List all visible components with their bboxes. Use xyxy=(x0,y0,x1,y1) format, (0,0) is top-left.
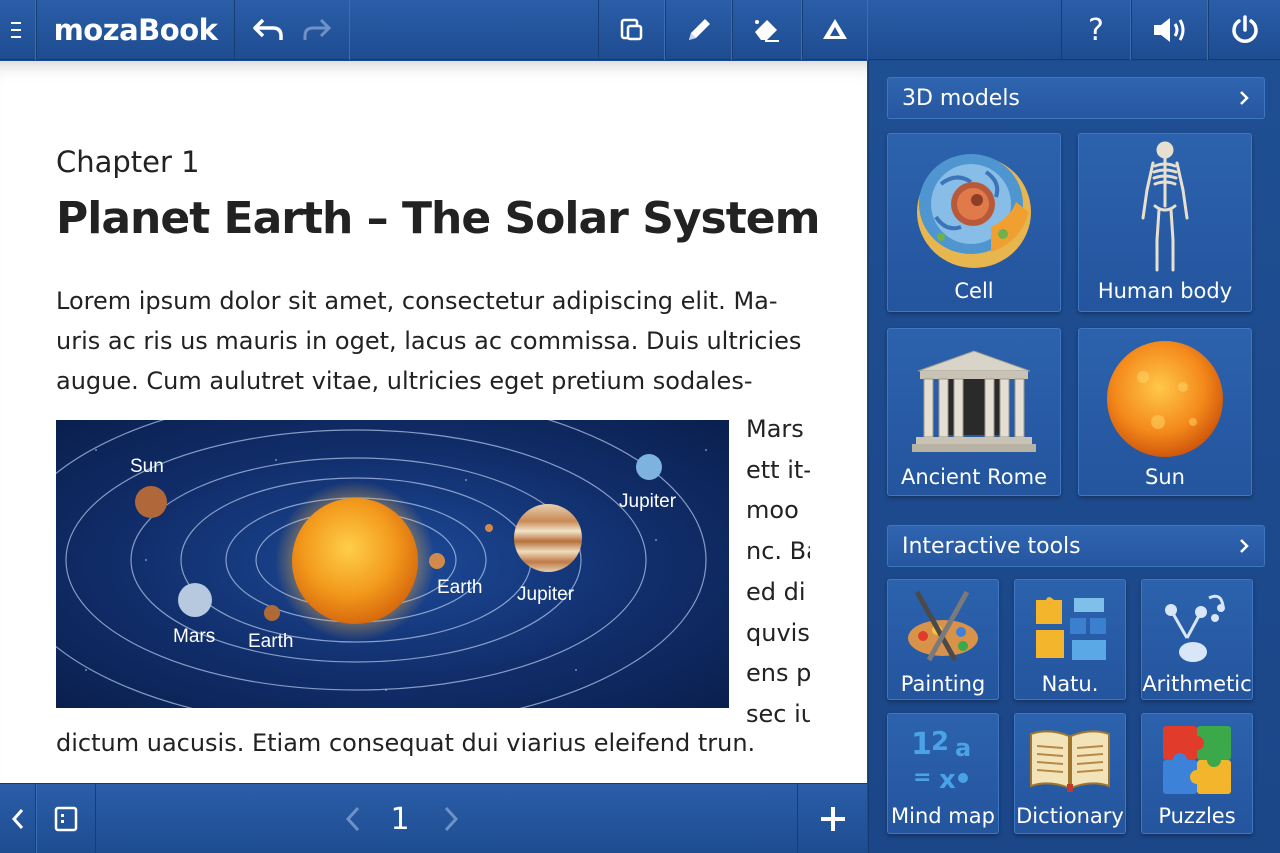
power-icon[interactable] xyxy=(1208,0,1280,60)
small-planet xyxy=(485,524,493,532)
models-heading: 3D models xyxy=(902,85,1020,111)
model-tile-human-body[interactable]: Human body xyxy=(1078,133,1252,312)
tool-label-arithmetic: Arithmetic xyxy=(1142,672,1252,696)
skeleton-icon xyxy=(1141,141,1189,272)
label-sun: Sun xyxy=(130,456,164,477)
jupiter-small-planet xyxy=(636,454,662,480)
side-line-2: ett it- xyxy=(746,455,810,484)
tool-tile-mind-map[interactable]: 1 2 a = x Mind map xyxy=(887,713,999,834)
paragraph-bottom-line: dictum uacusis. Etiam consequat dui viar… xyxy=(56,729,756,757)
menu-icon[interactable] xyxy=(0,0,36,60)
redo-icon[interactable] xyxy=(301,16,331,44)
eraser-icon[interactable] xyxy=(732,0,802,60)
paragraph-line-3: augue. Cum aulutret vitae, ultricies ege… xyxy=(56,367,753,395)
next-page-icon[interactable] xyxy=(434,784,468,853)
chevron-right-icon xyxy=(1240,91,1249,105)
chapter-label: Chapter 1 xyxy=(56,145,200,179)
label-jupiter-bottom: Jupiter xyxy=(517,584,575,605)
model-label-human-body: Human body xyxy=(1097,279,1233,303)
tool-label-puzzles: Puzzles xyxy=(1158,804,1236,828)
paragraph-line-1: Lorem ipsum dolor sit amet, consectetur … xyxy=(56,287,778,315)
nodes-icon xyxy=(1165,594,1225,662)
app-logo: mozaBook xyxy=(36,0,234,60)
earth-right-planet xyxy=(429,553,445,569)
models-section-header[interactable]: 3D models xyxy=(887,77,1265,119)
pen-icon[interactable] xyxy=(665,0,732,60)
paragraph-line-2: uris ac ris us mauris in oget, lacus ac … xyxy=(56,327,802,355)
side-panel: 3D models Cell Human body Ancient Rome S… xyxy=(868,61,1280,853)
model-label-cell: Cell xyxy=(954,279,994,303)
undo-redo-group xyxy=(234,0,350,60)
sun-icon xyxy=(1107,341,1223,457)
side-line-1: Mars xyxy=(746,415,804,443)
add-page-icon[interactable] xyxy=(797,784,867,853)
label-earth-bottom: Earth xyxy=(248,631,293,652)
tools-heading: Interactive tools xyxy=(902,533,1081,559)
wrapped-text-column: Mars ett it- moo nc. Ba ed di quvis ens … xyxy=(746,409,810,735)
tool-label-mind-map: Mind map xyxy=(891,804,995,828)
palette-icon xyxy=(908,590,978,662)
side-line-4: nc. Ba xyxy=(746,537,810,566)
tool-tile-arithmetic[interactable]: Arithmetic xyxy=(1141,579,1253,700)
svg-text:=: = xyxy=(913,765,931,790)
triangle-tool-icon[interactable] xyxy=(802,0,868,60)
tool-tile-puzzles[interactable]: Puzzles xyxy=(1141,713,1253,834)
book-icon xyxy=(1030,730,1110,792)
model-tile-sun[interactable]: Sun xyxy=(1078,328,1252,496)
model-tile-cell[interactable]: Cell xyxy=(887,133,1061,312)
numbers-icon: 1 2 a = x xyxy=(911,727,971,795)
tools-section-header[interactable]: Interactive tools xyxy=(887,525,1265,567)
side-line-3: moo xyxy=(746,496,799,525)
svg-text:1: 1 xyxy=(911,727,932,762)
tool-label-painting: Painting xyxy=(900,672,986,696)
page-number: 1 xyxy=(390,801,410,837)
model-label-sun: Sun xyxy=(1145,465,1185,489)
model-label-ancient-rome: Ancient Rome xyxy=(900,465,1048,489)
model-tile-ancient-rome[interactable]: Ancient Rome xyxy=(887,328,1061,496)
side-line-5: ed di xyxy=(746,577,806,606)
earth-bottom-planet xyxy=(264,605,280,621)
help-icon: ? xyxy=(1088,12,1104,48)
cell-icon xyxy=(917,154,1031,268)
mars-planet xyxy=(178,583,212,617)
copy-icon[interactable] xyxy=(598,0,665,60)
tool-label-dictionary: Dictionary xyxy=(1016,804,1124,828)
volume-icon[interactable] xyxy=(1131,0,1208,60)
side-line-7: ens p xyxy=(746,659,810,688)
puzzle-blocks-icon xyxy=(1036,597,1106,660)
page-view-icon[interactable] xyxy=(36,784,96,853)
label-earth-right: Earth xyxy=(437,577,482,598)
jigsaw-icon xyxy=(1163,726,1231,794)
sun-planet xyxy=(292,498,418,624)
solar-system-image[interactable]: Sun Jupiter Earth Jupiter Mars Earth xyxy=(56,420,729,708)
svg-text:a: a xyxy=(955,734,971,762)
temple-icon xyxy=(912,350,1036,452)
top-toolbar: mozaBook ? xyxy=(0,0,1280,60)
tool-tile-painting[interactable]: Painting xyxy=(887,579,999,700)
tool-label-natu: Natu. xyxy=(1041,672,1099,696)
sun-small-planet xyxy=(135,486,167,518)
bottom-toolbar: 1 xyxy=(0,783,867,853)
help-button[interactable]: ? xyxy=(1061,0,1131,60)
jupiter-planet xyxy=(514,504,582,572)
tool-tile-dictionary[interactable]: Dictionary xyxy=(1014,713,1126,834)
svg-text:x: x xyxy=(939,765,956,795)
prev-page-icon[interactable] xyxy=(336,784,370,853)
page-title: Planet Earth – The Solar System xyxy=(56,193,820,244)
label-jupiter-top: Jupiter xyxy=(619,491,677,512)
app-name: mozaBook xyxy=(53,13,218,47)
label-mars: Mars xyxy=(173,626,215,647)
undo-icon[interactable] xyxy=(253,16,287,44)
side-line-6: quvis xyxy=(746,618,810,647)
tool-tile-natu[interactable]: Natu. xyxy=(1014,579,1126,700)
chevron-right-icon xyxy=(1240,539,1249,553)
collapse-left-icon[interactable] xyxy=(0,784,36,853)
book-page: Chapter 1 Planet Earth – The Solar Syste… xyxy=(0,61,867,783)
svg-text:2: 2 xyxy=(931,727,949,757)
